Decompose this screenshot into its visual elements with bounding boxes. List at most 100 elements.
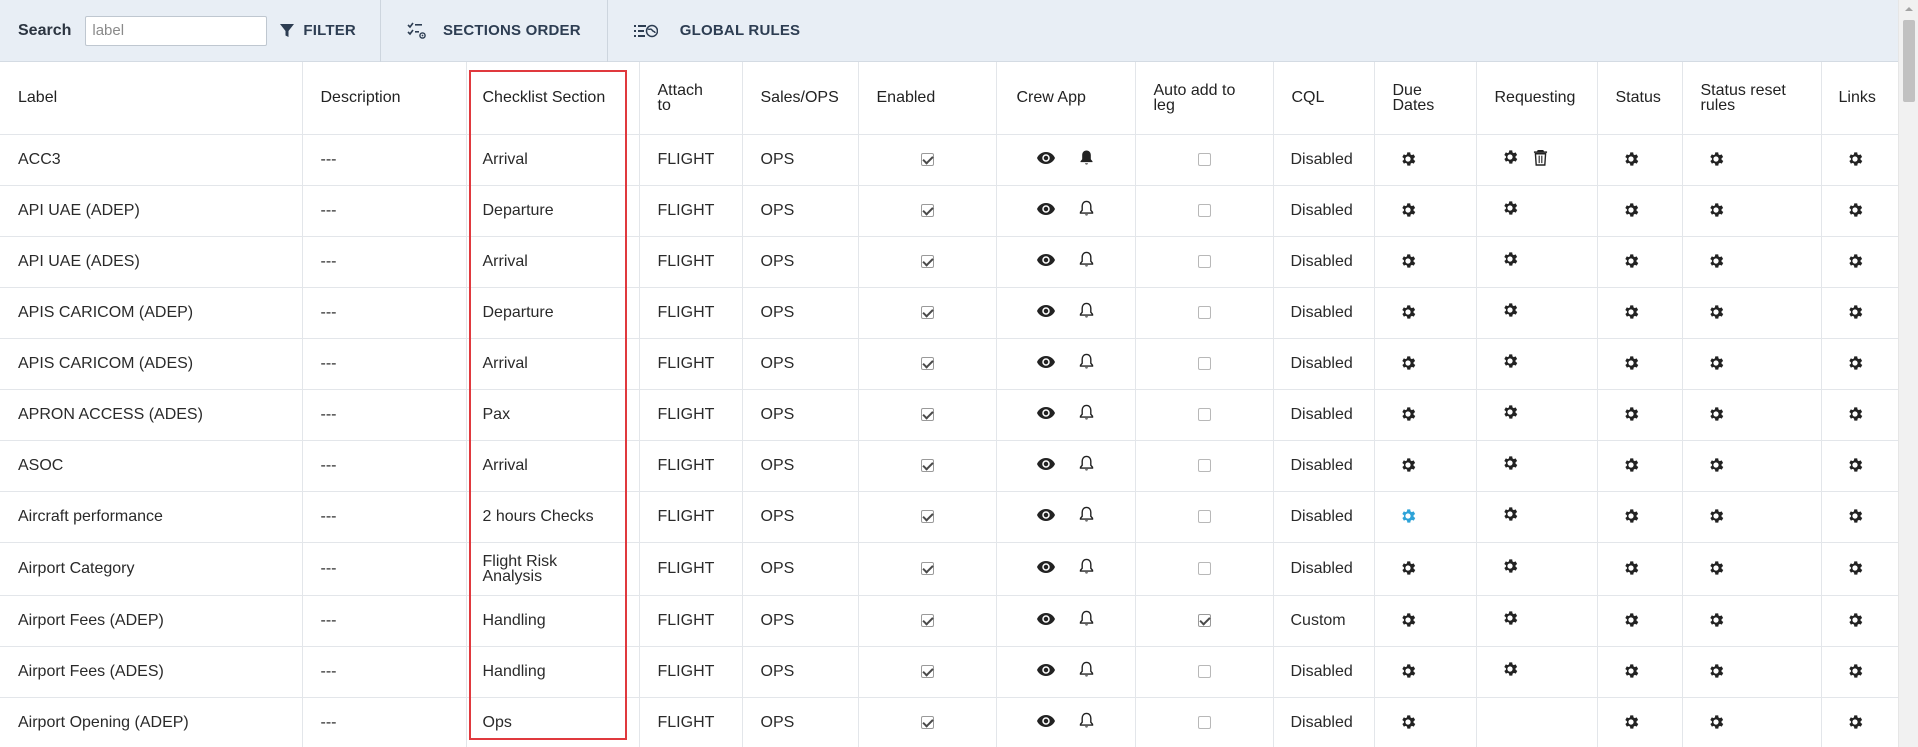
gear-icon[interactable]: [1399, 201, 1417, 219]
enabled-checkbox[interactable]: [920, 613, 934, 627]
enabled-checkbox[interactable]: [920, 561, 934, 575]
auto-add-checkbox[interactable]: [1197, 305, 1211, 319]
enabled-checkbox[interactable]: [920, 152, 934, 166]
gear-icon[interactable]: [1622, 252, 1640, 270]
bell-icon[interactable]: [1079, 302, 1094, 319]
scroll-up-arrow-icon[interactable]: [1899, 0, 1918, 18]
auto-add-checkbox[interactable]: [1197, 561, 1211, 575]
table-row[interactable]: API UAE (ADES) --- Arrival FLIGHT OPS Disable…: [0, 236, 1898, 288]
enabled-checkbox[interactable]: [920, 509, 934, 523]
global-rules-button[interactable]: GLOBAL RULES: [608, 0, 800, 62]
auto-add-checkbox[interactable]: [1197, 458, 1211, 472]
gear-icon[interactable]: [1501, 660, 1519, 678]
gear-icon[interactable]: [1622, 662, 1640, 680]
gear-icon[interactable]: [1622, 303, 1640, 321]
col-cql[interactable]: CQL: [1273, 62, 1375, 135]
gear-icon[interactable]: [1622, 713, 1640, 731]
auto-add-checkbox[interactable]: [1197, 254, 1211, 268]
gear-icon[interactable]: [1622, 201, 1640, 219]
gear-icon[interactable]: [1707, 662, 1725, 680]
gear-icon[interactable]: [1707, 252, 1725, 270]
gear-icon[interactable]: [1399, 713, 1417, 731]
gear-icon[interactable]: [1501, 454, 1519, 472]
eye-icon[interactable]: [1037, 253, 1055, 267]
gear-icon[interactable]: [1846, 150, 1864, 168]
gear-icon[interactable]: [1399, 354, 1417, 372]
sections-order-button[interactable]: SECTIONS ORDER: [381, 0, 607, 62]
eye-icon[interactable]: [1037, 304, 1055, 318]
eye-icon[interactable]: [1037, 406, 1055, 420]
gear-icon[interactable]: [1399, 456, 1417, 474]
gear-icon[interactable]: [1846, 405, 1864, 423]
col-requesting[interactable]: Requesting: [1476, 62, 1598, 135]
auto-add-checkbox[interactable]: [1197, 203, 1211, 217]
gear-icon[interactable]: [1622, 559, 1640, 577]
eye-icon[interactable]: [1037, 663, 1055, 677]
vertical-scrollbar[interactable]: [1898, 0, 1918, 747]
enabled-checkbox[interactable]: [920, 458, 934, 472]
bell-icon[interactable]: [1079, 558, 1094, 575]
col-auto-add[interactable]: Auto add to leg: [1135, 62, 1274, 135]
table-row[interactable]: API UAE (ADEP) --- Departure FLIGHT OPS Disab…: [0, 185, 1898, 237]
gear-icon[interactable]: [1846, 713, 1864, 731]
gear-icon[interactable]: [1399, 303, 1417, 321]
table-row[interactable]: ASOC --- Arrival FLIGHT OPS Disabled: [0, 440, 1898, 492]
filter-button[interactable]: FILTER: [279, 0, 380, 62]
col-crew-app[interactable]: Crew App: [996, 62, 1136, 135]
col-label[interactable]: Label: [0, 62, 303, 135]
gear-icon[interactable]: [1501, 609, 1519, 627]
scrollbar-thumb[interactable]: [1903, 20, 1915, 102]
gear-icon[interactable]: [1399, 559, 1417, 577]
gear-icon[interactable]: [1399, 150, 1417, 168]
eye-icon[interactable]: [1037, 508, 1055, 522]
search-input[interactable]: [85, 15, 268, 46]
gear-icon[interactable]: [1622, 611, 1640, 629]
gear-icon[interactable]: [1707, 507, 1725, 525]
table-row[interactable]: ACC3 --- Arrival FLIGHT OPS Disabled: [0, 134, 1898, 186]
enabled-checkbox[interactable]: [920, 664, 934, 678]
auto-add-checkbox[interactable]: [1197, 356, 1211, 370]
col-attach-to[interactable]: Attach to: [639, 62, 743, 135]
col-checklist-section[interactable]: Checklist Section: [466, 62, 640, 135]
bell-icon[interactable]: [1079, 506, 1094, 523]
col-due-dates[interactable]: Due Dates: [1374, 62, 1477, 135]
gear-icon[interactable]: [1707, 713, 1725, 731]
gear-icon[interactable]: [1501, 250, 1519, 268]
enabled-checkbox[interactable]: [920, 356, 934, 370]
gear-icon[interactable]: [1846, 662, 1864, 680]
gear-icon[interactable]: [1501, 301, 1519, 319]
table-row[interactable]: Aircraft performance --- 2 hours Checks FLI…: [0, 491, 1898, 543]
col-status-reset[interactable]: Status reset rules: [1682, 62, 1822, 135]
gear-icon[interactable]: [1622, 456, 1640, 474]
auto-add-checkbox[interactable]: [1197, 509, 1211, 523]
col-links[interactable]: Links: [1821, 62, 1898, 135]
gear-icon[interactable]: [1707, 150, 1725, 168]
gear-icon[interactable]: [1707, 559, 1725, 577]
gear-icon[interactable]: [1501, 505, 1519, 523]
bell-icon[interactable]: [1079, 353, 1094, 370]
gear-icon[interactable]: [1846, 611, 1864, 629]
eye-icon[interactable]: [1037, 612, 1055, 626]
gear-icon[interactable]: [1399, 252, 1417, 270]
gear-icon[interactable]: [1622, 354, 1640, 372]
gear-icon[interactable]: [1707, 303, 1725, 321]
gear-icon[interactable]: [1846, 252, 1864, 270]
enabled-checkbox[interactable]: [920, 715, 934, 729]
gear-icon[interactable]: [1622, 507, 1640, 525]
gear-icon[interactable]: [1846, 559, 1864, 577]
auto-add-checkbox[interactable]: [1197, 407, 1211, 421]
eye-icon[interactable]: [1037, 202, 1055, 216]
enabled-checkbox[interactable]: [920, 305, 934, 319]
gear-icon[interactable]: [1399, 405, 1417, 423]
gear-icon[interactable]: [1846, 303, 1864, 321]
auto-add-checkbox[interactable]: [1197, 152, 1211, 166]
gear-icon[interactable]: [1501, 403, 1519, 421]
gear-icon[interactable]: [1501, 557, 1519, 575]
table-row[interactable]: APIS CARICOM (ADEP) --- Departure FLIGHT OPS…: [0, 287, 1898, 339]
gear-icon[interactable]: [1846, 201, 1864, 219]
gear-icon[interactable]: [1622, 405, 1640, 423]
gear-icon[interactable]: [1707, 611, 1725, 629]
col-status[interactable]: Status: [1597, 62, 1683, 135]
bell-icon[interactable]: [1079, 251, 1094, 268]
eye-icon[interactable]: [1037, 151, 1055, 165]
